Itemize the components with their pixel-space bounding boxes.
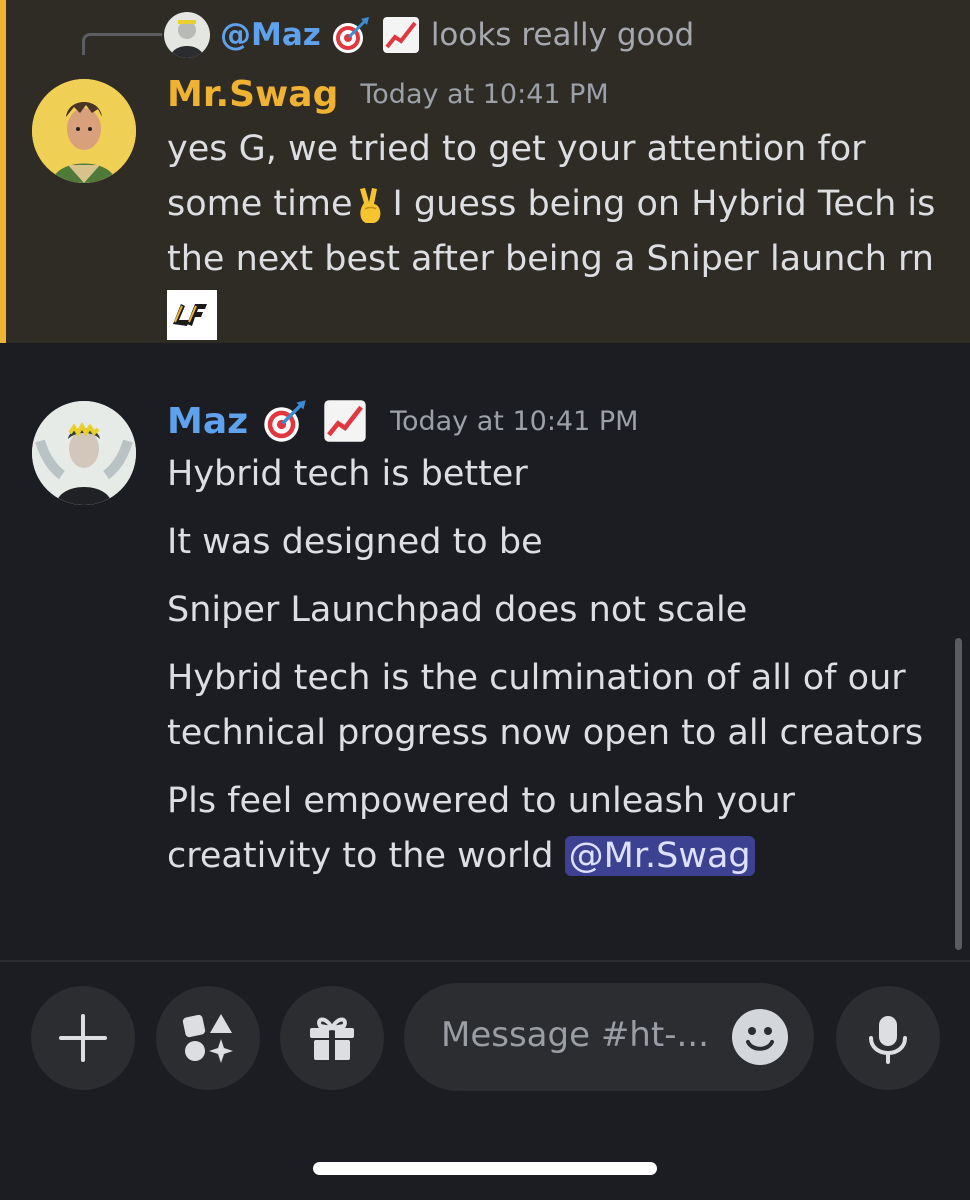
message-placeholder: Message #ht-... xyxy=(441,1015,709,1055)
apps-button[interactable] xyxy=(156,986,260,1090)
message-line: Sniper Launchpad does not scale xyxy=(167,590,748,630)
message-paragraph: Hybrid tech is the culmination of all of… xyxy=(167,651,923,761)
timestamp: Today at 10:41 PM xyxy=(390,405,639,437)
author-name[interactable]: Maz xyxy=(167,401,248,442)
sticker-row xyxy=(167,287,935,342)
dart-emoji xyxy=(262,398,308,444)
message-line: the next best after being a Sniper launc… xyxy=(167,239,934,279)
dart-emoji xyxy=(331,15,371,55)
emoji-button[interactable] xyxy=(732,1009,788,1065)
message-content-swag: yes G, we tried to get your attention fo… xyxy=(167,122,935,342)
microphone-icon xyxy=(869,1016,907,1064)
message-line: Hybrid tech is the culmination of all of… xyxy=(167,658,906,698)
gift-icon xyxy=(310,1017,354,1060)
emoji-icon xyxy=(746,1027,774,1051)
chart-increasing-emoji xyxy=(322,398,368,444)
message-line: Pls feel empowered to unleash your xyxy=(167,781,795,821)
timestamp: Today at 10:41 PM xyxy=(360,79,609,110)
message-paragraph: Pls feel empowered to unleash your creat… xyxy=(167,774,923,884)
message-content-maz: Hybrid tech is better It was designed to… xyxy=(167,447,923,897)
victory-hand-emoji xyxy=(352,185,392,225)
message-input[interactable]: Message #ht-... xyxy=(404,983,814,1091)
reply-connector xyxy=(82,33,162,55)
gift-button[interactable] xyxy=(280,986,384,1090)
plus-icon xyxy=(59,1014,107,1062)
message-line: creativity to the world xyxy=(167,836,554,876)
reply-author[interactable]: @Maz xyxy=(220,17,321,53)
message-header-swag: Mr.Swag Today at 10:41 PM xyxy=(167,74,609,115)
author-name[interactable]: Mr.Swag xyxy=(167,74,338,115)
message-line: technical progress now open to all creat… xyxy=(167,713,924,753)
lfg-sticker[interactable] xyxy=(167,290,217,340)
reply-preview[interactable]: @Maz looks really good xyxy=(164,10,694,60)
highlight-bar xyxy=(0,0,6,343)
message-text: I guess being on Hybrid Tech is xyxy=(392,184,936,224)
scrollbar[interactable] xyxy=(955,638,962,950)
user-mention[interactable]: @Mr.Swag xyxy=(564,836,755,876)
message-text: some time xyxy=(167,184,353,224)
avatar-mr-swag[interactable] xyxy=(32,79,136,183)
message-header-maz: Maz Today at 10:41 PM xyxy=(167,398,638,444)
add-button[interactable] xyxy=(31,986,135,1090)
reply-avatar[interactable] xyxy=(164,12,210,58)
message-line: Hybrid tech is better xyxy=(167,454,528,494)
message-line-with-emoji: some time I guess being on Hybrid Tech i… xyxy=(167,177,935,232)
voice-button[interactable] xyxy=(836,986,940,1090)
chart-increasing-emoji xyxy=(381,15,421,55)
home-indicator[interactable] xyxy=(313,1162,657,1175)
composer-divider xyxy=(0,960,970,962)
message-line: It was designed to be xyxy=(167,522,543,562)
message-line: yes G, we tried to get your attention fo… xyxy=(167,129,866,169)
avatar-maz[interactable] xyxy=(32,401,136,505)
apps-icon xyxy=(182,1014,233,1063)
reply-text: looks really good xyxy=(430,17,695,53)
